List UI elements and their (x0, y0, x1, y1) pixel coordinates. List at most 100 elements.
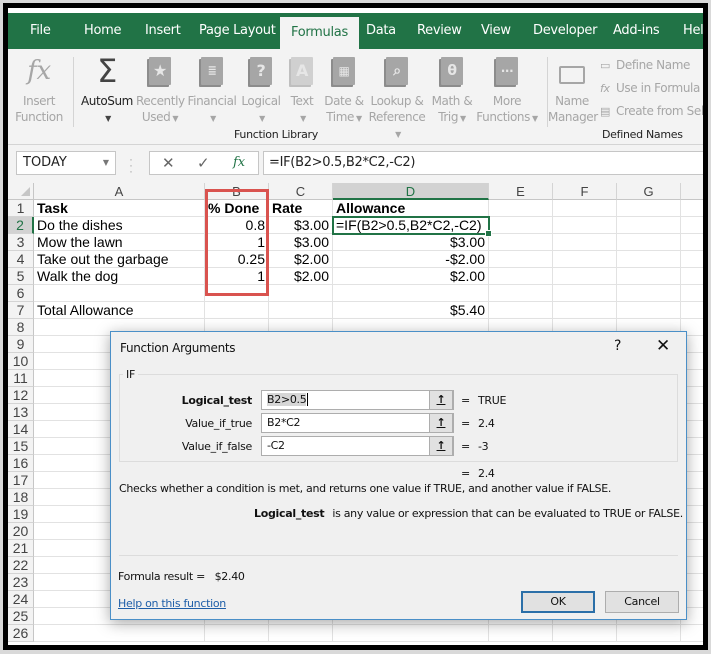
row-header-22[interactable]: 22 (8, 557, 34, 574)
grid-cell[interactable] (553, 251, 617, 268)
cell-b5[interactable]: 1 (205, 268, 269, 285)
tab-developer[interactable]: Developer (533, 13, 597, 49)
row-header-23[interactable]: 23 (8, 574, 34, 591)
row-header-9[interactable]: 9 (8, 336, 34, 353)
grid-cell[interactable] (617, 268, 681, 285)
row-header-21[interactable]: 21 (8, 540, 34, 557)
grid-cell[interactable] (489, 234, 553, 251)
text-button[interactable]: A Text ▼ (286, 53, 318, 127)
grid-cell[interactable] (617, 200, 681, 217)
grid-cell[interactable] (617, 302, 681, 319)
cell-a7[interactable]: Total Allowance (34, 302, 205, 319)
collapse-dialog-button[interactable]: ↑ (429, 390, 453, 410)
ok-button[interactable]: OK (521, 591, 595, 613)
close-icon[interactable]: ✕ (656, 336, 670, 356)
grid-cell[interactable] (617, 625, 681, 642)
row-header-8[interactable]: 8 (8, 319, 34, 336)
grid-cell[interactable] (681, 217, 703, 234)
grid-cell[interactable] (489, 251, 553, 268)
cell-c3[interactable]: $3.00 (269, 234, 333, 251)
grid-cell[interactable] (681, 234, 703, 251)
recently-used-button[interactable]: ★ Recently Used ▼ (136, 53, 185, 127)
math-trig-button[interactable]: θ Math & Trig ▼ (430, 53, 474, 127)
tab-home[interactable]: Home (84, 13, 122, 49)
tab-formulas[interactable]: Formulas (280, 17, 359, 49)
cell-c5[interactable]: $2.00 (269, 268, 333, 285)
financial-button[interactable]: ≣ Financial ▼ (186, 53, 238, 127)
value-if-false-input[interactable]: -C2 (261, 436, 454, 456)
cell-d3[interactable]: $3.00 (333, 234, 489, 251)
column-header-f[interactable]: F (553, 183, 617, 200)
create-from-selection-button[interactable]: ▤ Create from Sel (600, 104, 703, 118)
cell-d2[interactable]: =IF(B2>0.5,B2*C2,-C2) (333, 217, 489, 234)
formula-input[interactable]: =IF(B2>0.5,B2*C2,-C2) (263, 151, 703, 175)
tab-file[interactable]: File (30, 13, 51, 49)
tab-view[interactable]: View (481, 13, 511, 49)
grid-cell[interactable] (205, 285, 269, 302)
row-header-20[interactable]: 20 (8, 523, 34, 540)
grid-cell[interactable] (205, 625, 269, 642)
date-time-button[interactable]: ▦ Date & Time ▼ (322, 53, 366, 127)
row-header-24[interactable]: 24 (8, 591, 34, 608)
row-header-13[interactable]: 13 (8, 404, 34, 421)
column-header-d[interactable]: D (333, 183, 489, 200)
grid-cell[interactable] (681, 268, 703, 285)
grid-cell[interactable] (489, 625, 553, 642)
lookup-reference-button[interactable]: ⌕ Lookup & Reference▼ (366, 53, 428, 143)
cell-a5[interactable]: Walk the dog (34, 268, 205, 285)
grid-cell[interactable] (553, 302, 617, 319)
define-name-button[interactable]: ▭ Define Name (600, 58, 690, 72)
cell-b3[interactable]: 1 (205, 234, 269, 251)
insert-function-icon[interactable]: fx (233, 155, 245, 170)
column-header-e[interactable]: E (489, 183, 553, 200)
cell-b2[interactable]: 0.8 (205, 217, 269, 234)
use-in-formula-button[interactable]: fx Use in Formula (600, 81, 700, 95)
cell-a4[interactable]: Take out the garbage (34, 251, 205, 268)
cell-a2[interactable]: Do the dishes (34, 217, 205, 234)
grid-cell[interactable] (681, 285, 703, 302)
row-header-18[interactable]: 18 (8, 489, 34, 506)
tab-data[interactable]: Data (366, 13, 396, 49)
grid-cell[interactable] (553, 625, 617, 642)
logical-test-input[interactable]: B2>0.5 (261, 390, 454, 410)
row-header-17[interactable]: 17 (8, 472, 34, 489)
cell-d1[interactable]: Allowance (333, 200, 489, 217)
cell-a1[interactable]: Task (34, 200, 205, 217)
row-header-14[interactable]: 14 (8, 421, 34, 438)
help-icon[interactable]: ? (614, 338, 621, 354)
grid-cell[interactable] (553, 200, 617, 217)
tab-help[interactable]: Hel (683, 13, 703, 49)
grid-cell[interactable] (333, 625, 489, 642)
grid-cell[interactable] (553, 234, 617, 251)
grid-cell[interactable] (489, 285, 553, 302)
row-header-2[interactable]: 2 (8, 217, 34, 234)
cell-d5[interactable]: $2.00 (333, 268, 489, 285)
cell-c2[interactable]: $3.00 (269, 217, 333, 234)
grid-cell[interactable] (34, 625, 205, 642)
tab-insert[interactable]: Insert (145, 13, 181, 49)
grid-cell[interactable] (553, 268, 617, 285)
grid-cell[interactable] (489, 302, 553, 319)
column-header-a[interactable]: A (34, 183, 205, 200)
grid-cell[interactable] (269, 285, 333, 302)
autosum-button[interactable]: Σ AutoSum ▼ (78, 53, 136, 127)
chevron-down-icon[interactable]: ▼ (103, 152, 109, 174)
cell-b4[interactable]: 0.25 (205, 251, 269, 268)
grid-cell[interactable] (617, 234, 681, 251)
tab-review[interactable]: Review (417, 13, 462, 49)
column-header-h[interactable] (681, 183, 703, 200)
select-all-button[interactable] (8, 183, 34, 200)
row-header-26[interactable]: 26 (8, 625, 34, 642)
column-header-b[interactable]: B (205, 183, 269, 200)
row-header-11[interactable]: 11 (8, 370, 34, 387)
cell-a3[interactable]: Mow the lawn (34, 234, 205, 251)
row-header-19[interactable]: 19 (8, 506, 34, 523)
row-header-25[interactable]: 25 (8, 608, 34, 625)
grid-cell[interactable] (489, 200, 553, 217)
grid-cell[interactable] (553, 285, 617, 302)
grid-cell[interactable] (489, 217, 553, 234)
value-if-true-input[interactable]: B2*C2 (261, 413, 454, 433)
collapse-dialog-button[interactable]: ↑ (429, 413, 453, 433)
name-manager-button[interactable]: Name Manager (548, 53, 598, 125)
grid-cell[interactable] (681, 302, 703, 319)
